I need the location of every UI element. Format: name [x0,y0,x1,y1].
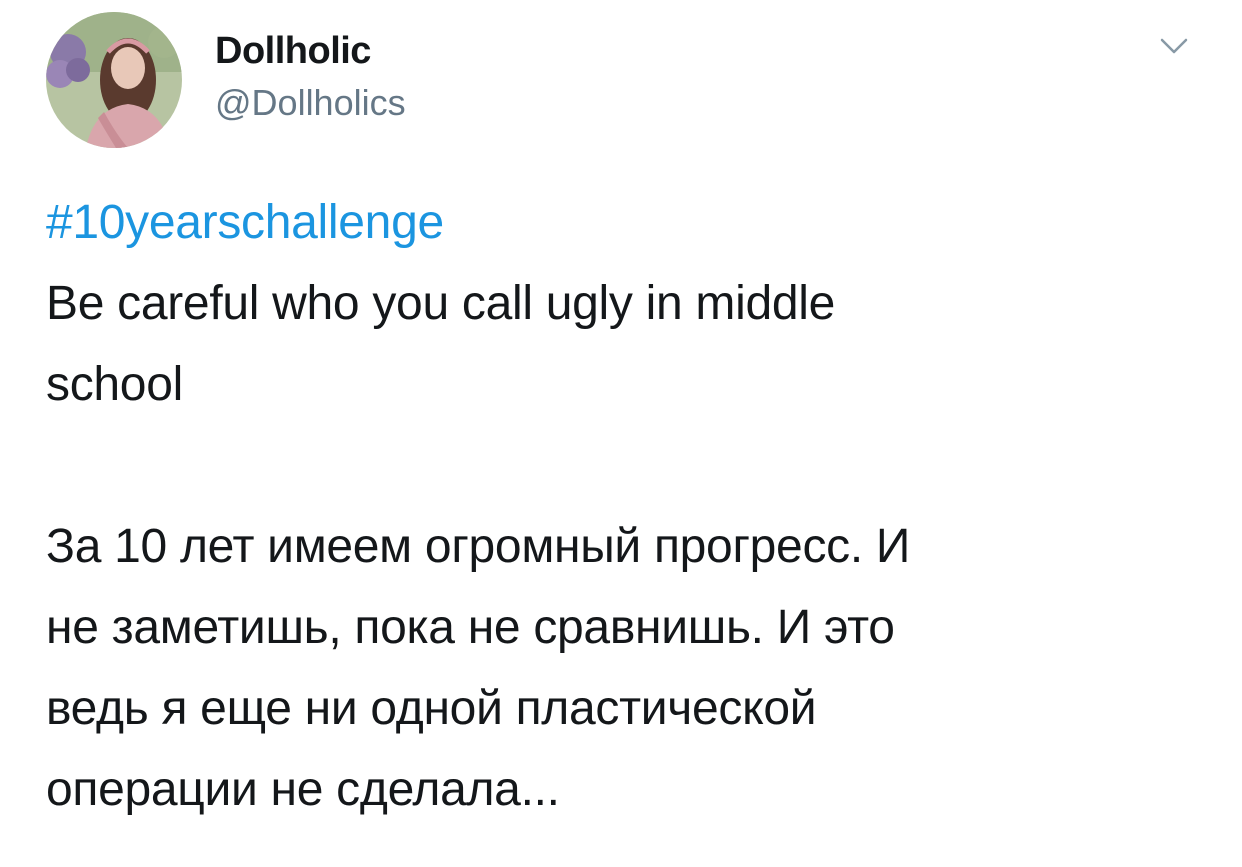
tweet-text-line: school [46,358,183,411]
author-handle[interactable]: @Dollholics [215,80,406,126]
paragraph-break [46,425,1206,506]
tweet-text-line: Be careful who you call ugly in middle [46,277,836,330]
hashtag-link[interactable]: #10yearschallenge [46,182,1206,263]
tweet-menu-button[interactable] [1152,30,1196,60]
avatar[interactable] [46,12,182,148]
tweet-text-line: операции не сделала... [46,763,560,816]
tweet-text-line: ведь я еще ни одной пластической [46,682,817,735]
chevron-down-icon [1160,38,1188,54]
tweet-text: #10yearschallenge Be careful who you cal… [46,182,1206,830]
tweet-text-line: не заметишь, пока не сравнишь. И это [46,601,895,654]
tweet-card: Dollholic @Dollholics #10yearschallenge … [0,0,1242,867]
author-display-name[interactable]: Dollholic [215,28,371,74]
profile-photo [46,12,182,148]
tweet-text-line: За 10 лет имеем огромный прогресс. И [46,520,911,573]
